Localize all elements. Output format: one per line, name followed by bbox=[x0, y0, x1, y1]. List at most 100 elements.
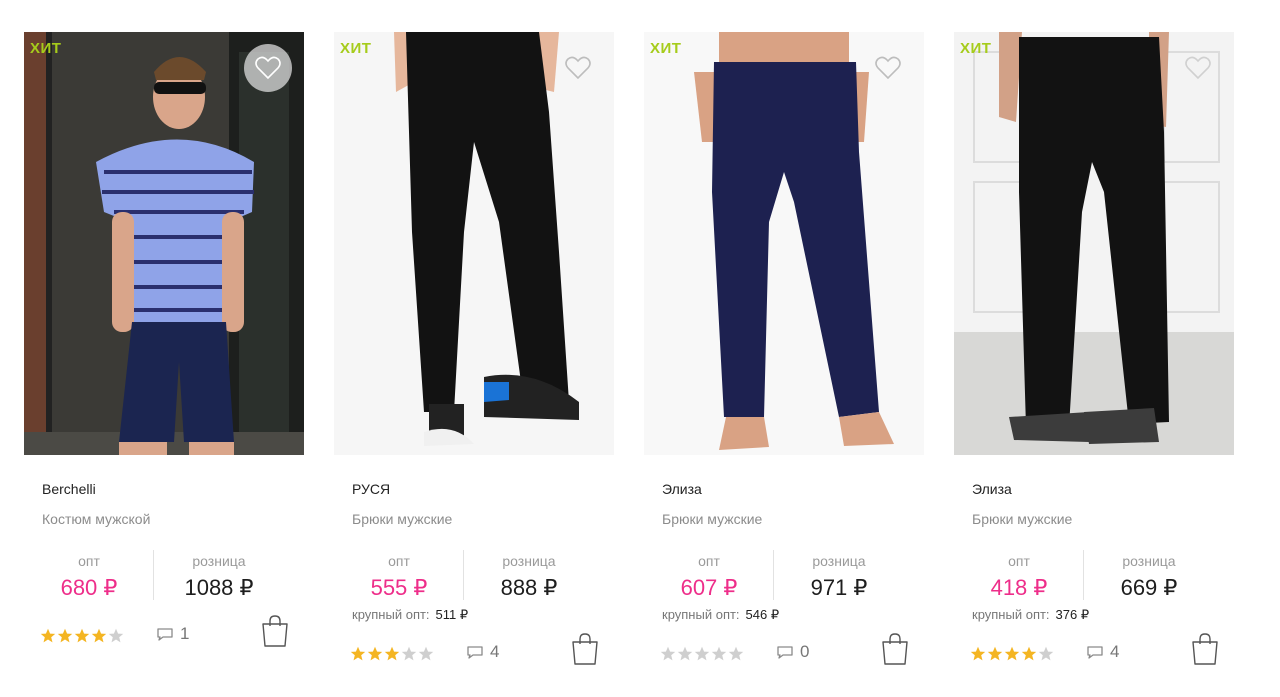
retail-label: розница bbox=[1122, 553, 1176, 569]
opt-price-column: опт 418 ₽ bbox=[954, 546, 1084, 601]
star-icon bbox=[677, 646, 693, 661]
comments-link[interactable]: 0 bbox=[776, 642, 809, 662]
product-card[interactable]: ХИТ РУСЯ Брюки мужские опт 555 ₽ розница… bbox=[334, 0, 616, 697]
star-icon bbox=[401, 646, 417, 661]
star-icon bbox=[108, 628, 124, 643]
retail-price-column: розница 1088 ₽ bbox=[154, 546, 284, 601]
comments-link[interactable]: 4 bbox=[1086, 642, 1119, 662]
heart-icon[interactable] bbox=[864, 44, 912, 92]
star-icon bbox=[728, 646, 744, 661]
star-icon bbox=[57, 628, 73, 643]
product-photo[interactable]: ХИТ bbox=[954, 32, 1234, 455]
bulk-label: крупный опт: bbox=[662, 607, 740, 622]
product-card[interactable]: ХИТ Berchelli Костюм мужской опт 680 ₽ р… bbox=[24, 0, 306, 697]
star-icon bbox=[350, 646, 366, 661]
card-footer: 4 bbox=[350, 633, 600, 672]
star-icon bbox=[40, 628, 56, 643]
rating-stars bbox=[350, 646, 435, 662]
retail-price: 1088 ₽ bbox=[184, 575, 254, 600]
product-brand[interactable]: Элиза bbox=[972, 481, 1012, 497]
comment-count: 1 bbox=[180, 624, 190, 643]
card-footer: 0 bbox=[660, 633, 910, 672]
heart-icon[interactable] bbox=[244, 44, 292, 92]
bulk-value: 376 ₽ bbox=[1055, 607, 1090, 622]
comment-icon bbox=[467, 646, 483, 659]
card-footer: 1 bbox=[40, 615, 290, 654]
price-block: опт 555 ₽ розница 888 ₽ bbox=[334, 546, 616, 606]
opt-label: опт bbox=[698, 553, 720, 569]
opt-label: опт bbox=[388, 553, 410, 569]
rating-stars bbox=[970, 646, 1055, 662]
product-photo[interactable]: ХИТ bbox=[334, 32, 614, 455]
star-icon bbox=[367, 646, 383, 661]
star-icon bbox=[1021, 646, 1037, 661]
product-brand[interactable]: Berchelli bbox=[42, 481, 96, 497]
star-icon bbox=[418, 646, 434, 661]
comment-icon bbox=[157, 628, 173, 641]
product-card[interactable]: ХИТ Элиза Брюки мужские опт 607 ₽ розниц… bbox=[644, 0, 926, 697]
comments-link[interactable]: 1 bbox=[156, 624, 189, 644]
opt-price-column: опт 555 ₽ bbox=[334, 546, 464, 601]
comment-count: 4 bbox=[490, 642, 500, 661]
comment-icon bbox=[1087, 646, 1103, 659]
price-block: опт 418 ₽ розница 669 ₽ bbox=[954, 546, 1236, 606]
opt-price: 555 ₽ bbox=[370, 575, 428, 600]
rating-stars bbox=[660, 646, 745, 662]
bulk-price: крупный опт: 376 ₽ bbox=[972, 607, 1089, 623]
star-icon bbox=[711, 646, 727, 661]
price-block: опт 680 ₽ розница 1088 ₽ bbox=[24, 546, 306, 606]
product-card[interactable]: ХИТ Элиза Брюки мужские опт 418 ₽ розниц… bbox=[954, 0, 1236, 697]
product-brand[interactable]: РУСЯ bbox=[352, 481, 390, 497]
product-type[interactable]: Костюм мужской bbox=[42, 511, 150, 527]
product-type[interactable]: Брюки мужские bbox=[972, 511, 1072, 527]
star-icon bbox=[91, 628, 107, 643]
comment-count: 4 bbox=[1110, 642, 1120, 661]
retail-label: розница bbox=[192, 553, 246, 569]
hit-badge: ХИТ bbox=[960, 40, 992, 57]
shopping-bag-icon[interactable] bbox=[880, 632, 910, 666]
shopping-bag-icon[interactable] bbox=[570, 632, 600, 666]
retail-price: 888 ₽ bbox=[500, 575, 558, 600]
opt-label: опт bbox=[78, 553, 100, 569]
retail-label: розница bbox=[502, 553, 556, 569]
product-photo[interactable]: ХИТ bbox=[644, 32, 924, 455]
bulk-value: 546 ₽ bbox=[745, 607, 780, 622]
star-icon bbox=[987, 646, 1003, 661]
retail-price-column: розница 669 ₽ bbox=[1084, 546, 1214, 601]
price-block: опт 607 ₽ розница 971 ₽ bbox=[644, 546, 926, 606]
bulk-price: крупный опт: 546 ₽ bbox=[662, 607, 779, 623]
shopping-bag-icon[interactable] bbox=[260, 614, 290, 648]
retail-price-column: розница 971 ₽ bbox=[774, 546, 904, 601]
star-icon bbox=[1004, 646, 1020, 661]
retail-label: розница bbox=[812, 553, 866, 569]
comments-link[interactable]: 4 bbox=[466, 642, 499, 662]
card-footer: 4 bbox=[970, 633, 1220, 672]
bulk-label: крупный опт: bbox=[352, 607, 430, 622]
star-icon bbox=[74, 628, 90, 643]
product-type[interactable]: Брюки мужские bbox=[352, 511, 452, 527]
product-brand[interactable]: Элиза bbox=[662, 481, 702, 497]
comment-icon bbox=[777, 646, 793, 659]
comment-count: 0 bbox=[800, 642, 810, 661]
heart-icon[interactable] bbox=[1174, 44, 1222, 92]
shopping-bag-icon[interactable] bbox=[1190, 632, 1220, 666]
opt-price-column: опт 680 ₽ bbox=[24, 546, 154, 601]
star-icon bbox=[660, 646, 676, 661]
star-icon bbox=[1038, 646, 1054, 661]
product-photo[interactable]: ХИТ bbox=[24, 32, 304, 455]
opt-label: опт bbox=[1008, 553, 1030, 569]
retail-price: 971 ₽ bbox=[810, 575, 868, 600]
opt-price-column: опт 607 ₽ bbox=[644, 546, 774, 601]
retail-price-column: розница 888 ₽ bbox=[464, 546, 594, 601]
opt-price: 418 ₽ bbox=[990, 575, 1048, 600]
star-icon bbox=[384, 646, 400, 661]
bulk-label: крупный опт: bbox=[972, 607, 1050, 622]
hit-badge: ХИТ bbox=[340, 40, 372, 57]
opt-price: 680 ₽ bbox=[60, 575, 118, 600]
hit-badge: ХИТ bbox=[650, 40, 682, 57]
opt-price: 607 ₽ bbox=[680, 575, 738, 600]
product-type[interactable]: Брюки мужские bbox=[662, 511, 762, 527]
star-icon bbox=[970, 646, 986, 661]
heart-icon[interactable] bbox=[554, 44, 602, 92]
rating-stars bbox=[40, 628, 125, 644]
